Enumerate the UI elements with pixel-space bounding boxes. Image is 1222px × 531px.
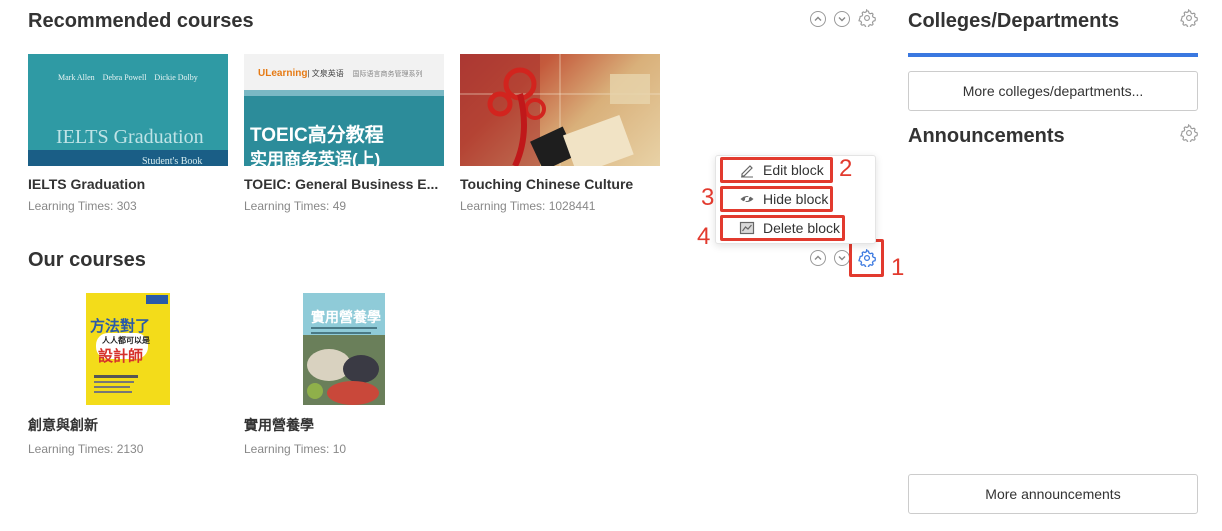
gear-icon[interactable] xyxy=(1180,124,1198,142)
gear-icon[interactable] xyxy=(858,9,876,27)
colleges-list-bar xyxy=(908,53,1198,57)
course-card[interactable]: Mark Allen Debra Powell Dickie Dolby IEL… xyxy=(28,54,228,213)
cover-subtitle: 实用商务英语(上) xyxy=(250,150,381,166)
recommended-courses-title: Recommended courses xyxy=(28,10,254,32)
our-courses-title: Our courses xyxy=(28,249,146,271)
gear-icon[interactable] xyxy=(1180,9,1198,27)
course-title[interactable]: TOEIC: General Business E... xyxy=(244,176,444,192)
announcements-title: Announcements xyxy=(908,125,1065,147)
colleges-title: Colleges/Departments xyxy=(908,10,1120,32)
learning-times: Learning Times: 1028441 xyxy=(460,199,596,213)
step-marker-1: 1 xyxy=(891,254,905,281)
delete-block-label: Delete block xyxy=(763,220,841,236)
cover-title: IELTS Graduation xyxy=(56,126,204,148)
cover-authors: Mark Allen Debra Powell Dickie Dolby xyxy=(58,73,198,82)
chart-box-icon xyxy=(739,221,755,235)
course-cover: ULearning| 文泉英语 国际语言商务管理系列 TOEIC高分教程 实用商… xyxy=(244,54,444,166)
delete-block-menu-item[interactable]: Delete block xyxy=(720,215,845,241)
course-card[interactable]: 方法對了 人人都可以是 設計師 創意與創新 Learning Times: 21… xyxy=(28,293,228,456)
learning-times: Learning Times: 2130 xyxy=(28,442,144,456)
chinese-knot-image xyxy=(460,54,660,166)
collapse-down-icon[interactable] xyxy=(834,250,850,266)
collapse-up-icon[interactable] xyxy=(810,11,826,27)
course-cover xyxy=(460,54,660,166)
gear-button-highlight[interactable] xyxy=(849,239,884,277)
course-cover: 實用營養學 xyxy=(303,293,385,405)
hide-block-label: Hide block xyxy=(763,191,829,207)
course-card[interactable]: Touching Chinese Culture Learning Times:… xyxy=(460,54,660,213)
course-card[interactable]: 實用營養學 實用營養學 Learning Times: 10 xyxy=(244,293,444,456)
step-marker-2: 2 xyxy=(839,155,853,182)
step-marker-3: 3 xyxy=(701,184,715,211)
collapse-down-icon[interactable] xyxy=(834,11,850,27)
hide-block-menu-item[interactable]: Hide block xyxy=(720,186,833,212)
course-title[interactable]: Touching Chinese Culture xyxy=(460,176,660,192)
course-cover: Mark Allen Debra Powell Dickie Dolby IEL… xyxy=(28,54,228,166)
more-colleges-button[interactable]: More colleges/departments... xyxy=(908,71,1198,111)
learning-times: Learning Times: 10 xyxy=(244,442,347,456)
edit-block-label: Edit block xyxy=(763,162,824,178)
eye-slash-icon xyxy=(740,193,754,205)
course-cover: 方法對了 人人都可以是 設計師 xyxy=(86,293,170,405)
course-title[interactable]: 創意與創新 xyxy=(28,415,228,435)
course-title[interactable]: IELTS Graduation xyxy=(28,176,228,192)
learning-times: Learning Times: 49 xyxy=(244,199,347,213)
learning-times: Learning Times: 303 xyxy=(28,199,137,213)
course-title[interactable]: 實用營養學 xyxy=(244,415,444,435)
cover-subtitle: 設計師 xyxy=(98,348,144,365)
collapse-up-icon[interactable] xyxy=(810,250,826,266)
cover-brand: ULearning| 文泉英语 国际语言商务管理系列 xyxy=(258,68,423,79)
edit-block-menu-item[interactable]: Edit block xyxy=(720,157,833,183)
cover-subtitle: Student's Book xyxy=(142,156,203,166)
food-image xyxy=(303,335,385,405)
course-card[interactable]: ULearning| 文泉英语 国际语言商务管理系列 TOEIC高分教程 实用商… xyxy=(244,54,444,213)
step-marker-4: 4 xyxy=(697,223,711,250)
cover-title: TOEIC高分教程 xyxy=(250,125,384,146)
more-announcements-button[interactable]: More announcements xyxy=(908,474,1198,514)
gear-icon[interactable] xyxy=(857,249,876,267)
pencil-icon xyxy=(741,165,753,178)
cover-title: 實用營養學 xyxy=(311,311,381,326)
